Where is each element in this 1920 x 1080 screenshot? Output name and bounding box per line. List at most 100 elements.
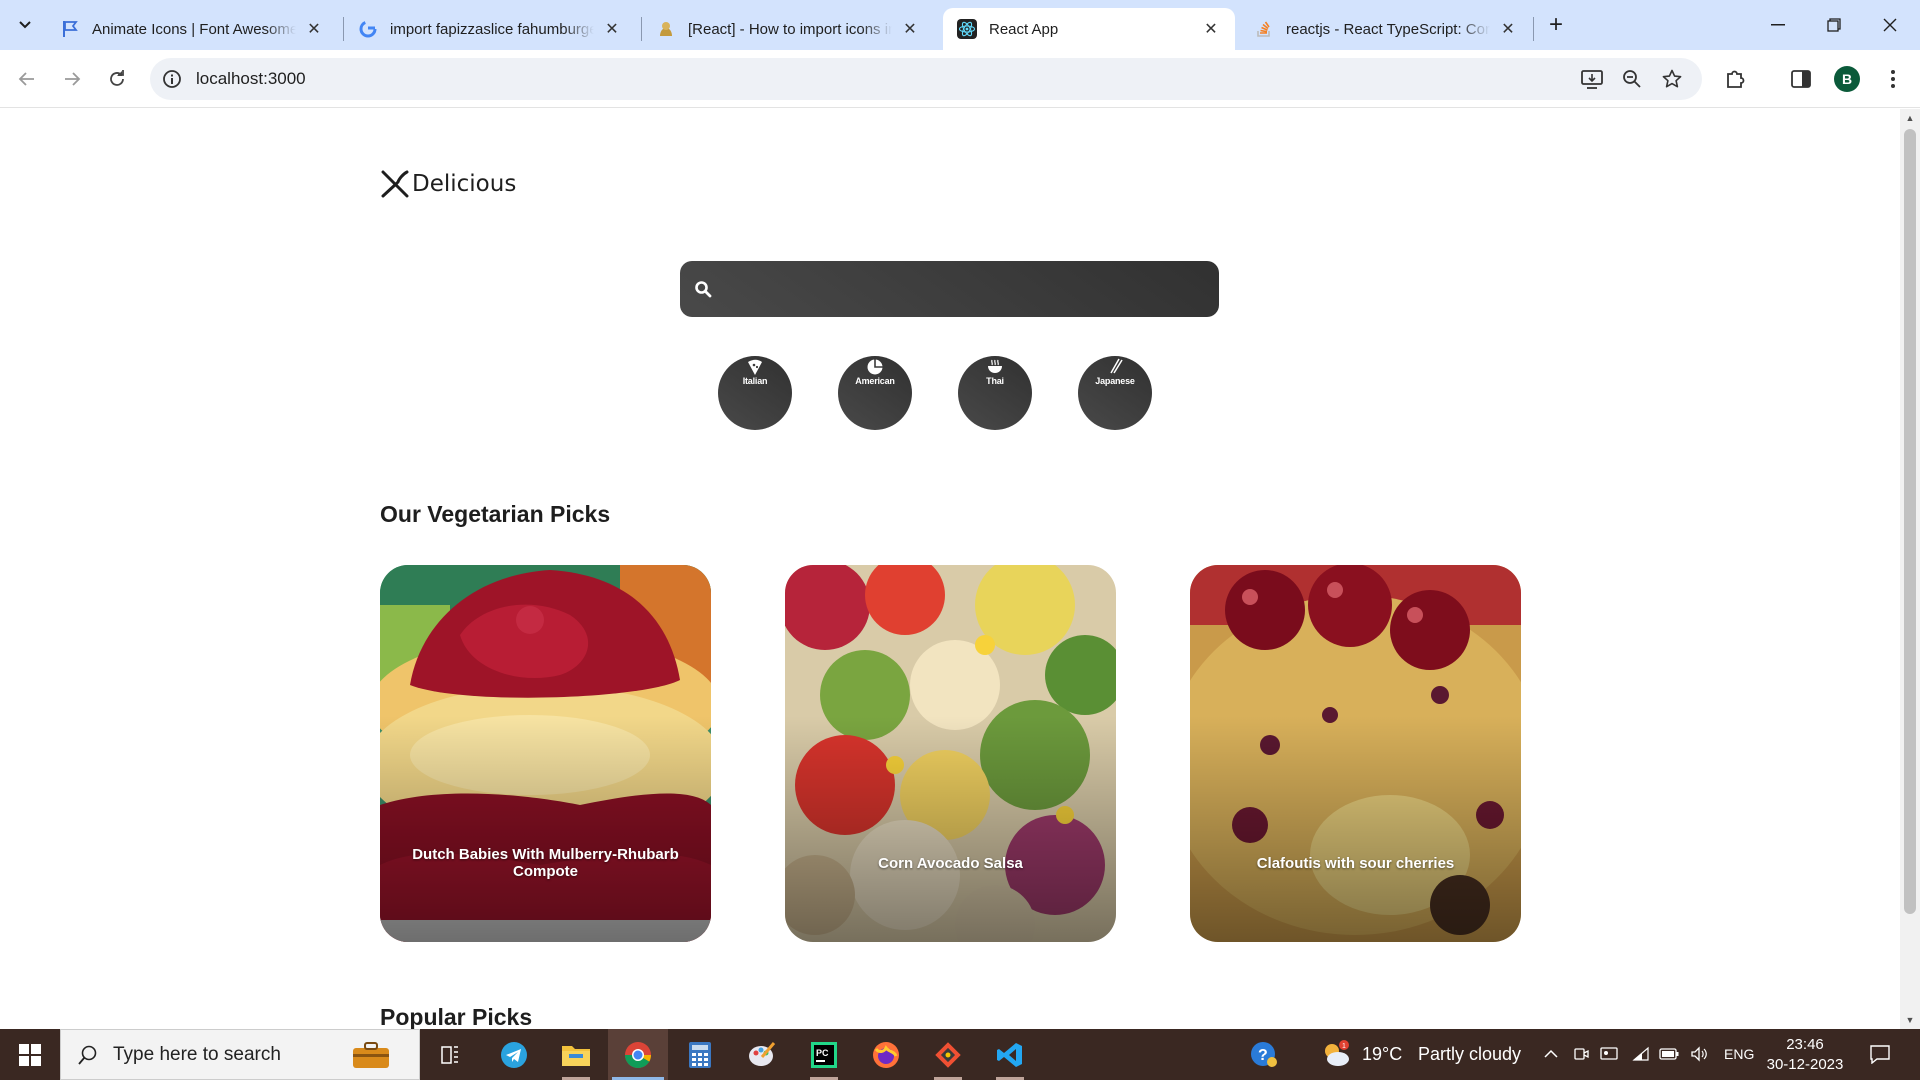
- page-scrollbar[interactable]: ▲ ▼: [1900, 109, 1920, 1029]
- tab-font-awesome[interactable]: Animate Icons | Font Awesome ✕: [46, 8, 338, 50]
- svg-text:1: 1: [1342, 1043, 1346, 1050]
- page-viewport: Delicious Italian American Thai Japanese…: [0, 109, 1900, 1029]
- scroll-up-icon[interactable]: ▲: [1905, 113, 1915, 123]
- search-bar[interactable]: [680, 261, 1219, 317]
- svg-text:PC: PC: [816, 1048, 829, 1058]
- vscode-icon: [997, 1042, 1022, 1067]
- taskbar-file-explorer[interactable]: [546, 1029, 606, 1080]
- close-icon: [1883, 18, 1897, 32]
- side-panel-icon[interactable]: [1784, 62, 1818, 96]
- arrow-right-icon: [65, 72, 81, 86]
- tab-search-button[interactable]: [10, 10, 40, 40]
- back-button[interactable]: [10, 62, 44, 96]
- site-info-icon[interactable]: [162, 69, 182, 89]
- chevron-up-icon[interactable]: [1540, 1043, 1562, 1065]
- cuisine-japanese[interactable]: Japanese: [1078, 356, 1152, 430]
- language-indicator[interactable]: ENG: [1724, 1046, 1754, 1062]
- help-icon[interactable]: ?: [1248, 1039, 1278, 1069]
- windows-logo-icon: [19, 1043, 41, 1066]
- svg-text:?: ?: [1258, 1047, 1268, 1064]
- recipe-card[interactable]: Corn Avocado Salsa: [785, 565, 1116, 942]
- flag-icon: [60, 19, 80, 39]
- meet-now-icon[interactable]: [1570, 1043, 1592, 1065]
- task-view-icon: [441, 1045, 458, 1064]
- veggie-carousel: Dutch Babies With Mulberry-Rhubarb Compo…: [380, 565, 1521, 943]
- close-icon[interactable]: ✕: [900, 19, 920, 39]
- forward-button[interactable]: [55, 62, 89, 96]
- recipe-card[interactable]: Clafoutis with sour cherries: [1190, 565, 1521, 942]
- weather-icon[interactable]: 1: [1320, 1039, 1352, 1069]
- more-menu-icon[interactable]: [1876, 62, 1910, 96]
- extensions-icon[interactable]: [1718, 62, 1752, 96]
- taskbar-paint[interactable]: [732, 1029, 792, 1080]
- search-input[interactable]: [728, 269, 1198, 309]
- forum-icon: [656, 19, 676, 39]
- weather-temp[interactable]: 19°C: [1362, 1044, 1402, 1065]
- cuisine-thai[interactable]: Thai: [958, 356, 1032, 430]
- address-bar[interactable]: localhost:3000: [150, 58, 1702, 100]
- tab-react-app[interactable]: React App ✕: [943, 8, 1235, 50]
- wifi-icon[interactable]: [1630, 1043, 1652, 1065]
- cuisine-american[interactable]: American: [838, 356, 912, 430]
- battery-icon[interactable]: [1658, 1043, 1680, 1065]
- recipe-title: Clafoutis with sour cherries: [1256, 854, 1455, 872]
- taskbar-firefox[interactable]: [856, 1029, 916, 1080]
- task-view-button[interactable]: [420, 1029, 480, 1080]
- taskbar-telegram[interactable]: [484, 1029, 544, 1080]
- notification-icon[interactable]: [1868, 1042, 1892, 1066]
- taskbar-chrome[interactable]: [608, 1029, 668, 1080]
- close-icon[interactable]: ✕: [1201, 19, 1221, 39]
- tab-separator: [1533, 17, 1534, 41]
- close-icon[interactable]: ✕: [602, 19, 622, 39]
- paint-icon: [749, 1041, 776, 1066]
- tab-react-forum[interactable]: [React] - How to import icons in ✕: [642, 8, 934, 50]
- display-icon[interactable]: [1598, 1043, 1620, 1065]
- bookmark-star-icon[interactable]: [1660, 67, 1684, 91]
- taskbar-vscode[interactable]: [980, 1029, 1040, 1080]
- restore-button[interactable]: [1806, 0, 1862, 50]
- chrome-icon: [624, 1041, 652, 1068]
- clock[interactable]: 23:46 30-12-2023: [1760, 1035, 1850, 1075]
- start-button[interactable]: [0, 1029, 60, 1080]
- tab-stackoverflow[interactable]: reactjs - React TypeScript: Corre ✕: [1240, 8, 1532, 50]
- recipe-card[interactable]: Dutch Babies With Mulberry-Rhubarb Compo…: [380, 565, 711, 942]
- volume-icon[interactable]: [1688, 1043, 1710, 1065]
- zoom-icon[interactable]: [1620, 67, 1644, 91]
- cuisine-italian[interactable]: Italian: [718, 356, 792, 430]
- minimize-icon: [1771, 24, 1785, 26]
- taskbar-search-placeholder: Type here to search: [113, 1043, 281, 1065]
- cuisine-label: Japanese: [1095, 376, 1135, 386]
- telegram-icon: [501, 1041, 527, 1068]
- tab-google-search[interactable]: import fapizzaslice fahumburger ✕: [344, 8, 636, 50]
- cuisine-label: Thai: [986, 376, 1004, 386]
- firefox-icon: [873, 1041, 899, 1068]
- taskbar-search[interactable]: Type here to search: [60, 1029, 420, 1080]
- tab-title: React App: [989, 20, 1059, 38]
- taskbar-pycharm[interactable]: PC: [794, 1029, 854, 1080]
- recipe-title: Dutch Babies With Mulberry-Rhubarb Compo…: [412, 846, 679, 880]
- scroll-down-icon[interactable]: ▼: [1905, 1015, 1915, 1025]
- minimize-button[interactable]: [1750, 0, 1806, 50]
- reload-button[interactable]: [100, 62, 134, 96]
- scroll-thumb[interactable]: [1904, 129, 1916, 914]
- cuisine-label: American: [855, 376, 895, 386]
- folder-icon: [562, 1045, 590, 1066]
- veggie-section-title: Our Vegetarian Picks: [380, 501, 611, 527]
- url-text[interactable]: localhost:3000: [196, 69, 306, 89]
- taskbar-calculator[interactable]: [670, 1029, 730, 1080]
- restore-icon: [1827, 18, 1841, 32]
- briefcase-icon: [353, 1042, 389, 1068]
- new-tab-button[interactable]: +: [1542, 11, 1570, 39]
- chevron-down-icon: [19, 21, 31, 29]
- install-app-icon[interactable]: [1580, 67, 1604, 91]
- logo[interactable]: Delicious: [380, 169, 516, 199]
- chopsticks-icon: [1110, 358, 1123, 374]
- taskbar-git[interactable]: [918, 1029, 978, 1080]
- close-icon[interactable]: ✕: [304, 19, 324, 39]
- close-icon[interactable]: ✕: [1498, 19, 1518, 39]
- tab-title: [React] - How to import icons in: [688, 20, 892, 38]
- profile-avatar[interactable]: B: [1834, 66, 1860, 92]
- weather-desc[interactable]: Partly cloudy: [1418, 1044, 1521, 1065]
- search-icon: [78, 1045, 97, 1065]
- close-window-button[interactable]: [1862, 0, 1918, 50]
